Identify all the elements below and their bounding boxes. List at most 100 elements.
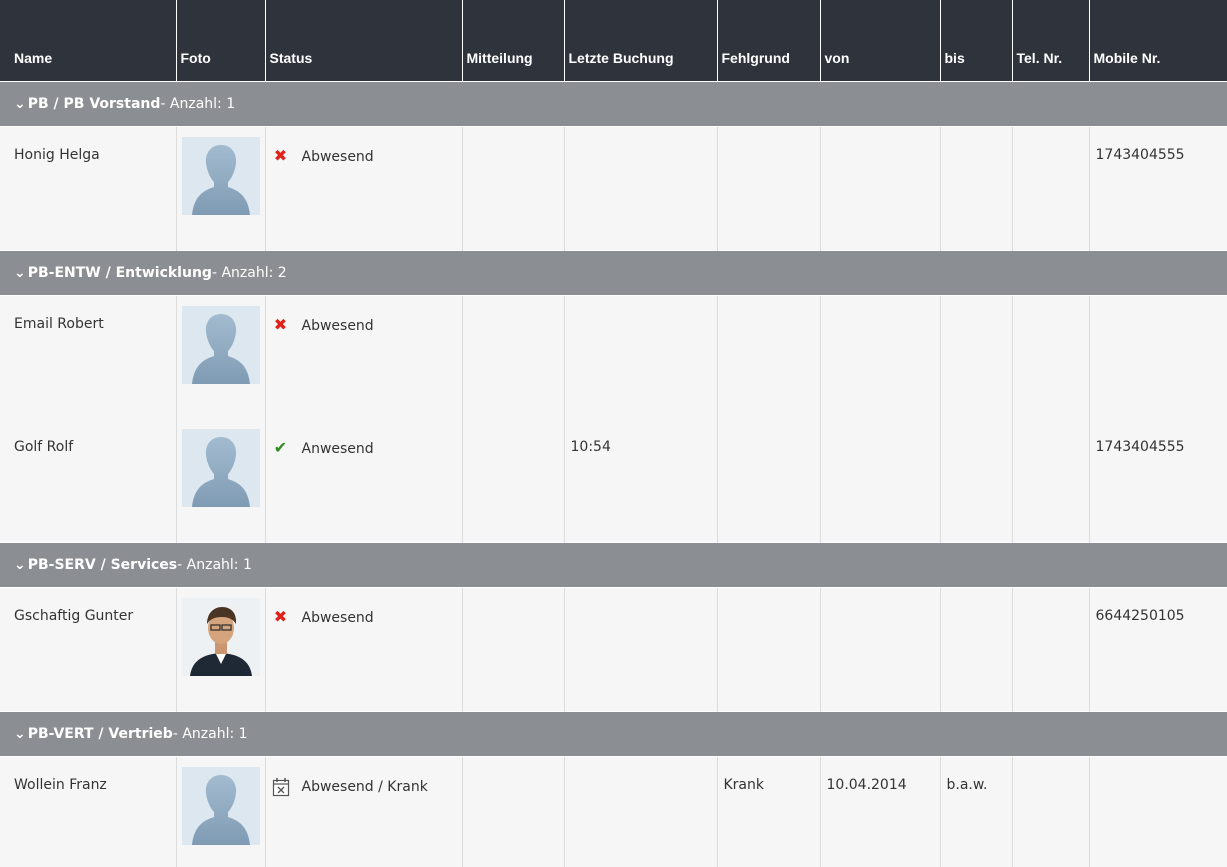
cell-mobile bbox=[1089, 757, 1227, 867]
cross-icon: ✖ bbox=[272, 316, 290, 334]
avatar-placeholder-icon bbox=[182, 306, 260, 384]
employee-photo bbox=[182, 598, 260, 676]
cell-von bbox=[820, 588, 940, 712]
cell-mobile bbox=[1089, 296, 1227, 420]
cell-fehlgrund bbox=[717, 588, 820, 712]
cell-name: Honig Helga bbox=[0, 127, 176, 251]
col-header-letzte-buchung[interactable]: Letzte Buchung bbox=[564, 0, 717, 82]
col-header-von[interactable]: von bbox=[820, 0, 940, 82]
status-text: Abwesend bbox=[302, 316, 374, 336]
cell-tel bbox=[1012, 127, 1089, 251]
col-header-mobile[interactable]: Mobile Nr. bbox=[1089, 0, 1227, 82]
table-row[interactable]: Gschaftig Gunter✖Abwesend6644250105 bbox=[0, 588, 1227, 712]
group-name: PB-SERV / Services bbox=[28, 557, 177, 573]
cell-foto bbox=[176, 757, 265, 867]
group-header[interactable]: ⌄PB-VERT / Vertrieb- Anzahl: 1 bbox=[0, 712, 1227, 757]
status-badge: ✖ Abwesend bbox=[272, 316, 456, 336]
chevron-down-icon[interactable]: ⌄ bbox=[14, 726, 26, 742]
cell-bis: b.a.w. bbox=[940, 757, 1012, 867]
group-name: PB-ENTW / Entwicklung bbox=[28, 265, 212, 281]
group-header[interactable]: ⌄PB-SERV / Services- Anzahl: 1 bbox=[0, 543, 1227, 588]
cell-bis bbox=[940, 296, 1012, 420]
group-name: PB / PB Vorstand bbox=[28, 96, 161, 112]
cell-fehlgrund: Krank bbox=[717, 757, 820, 867]
cell-fehlgrund bbox=[717, 296, 820, 420]
chevron-down-icon[interactable]: ⌄ bbox=[14, 557, 26, 573]
attendance-table: Name Foto Status Mitteilung Letzte Buchu… bbox=[0, 0, 1227, 867]
status-text: Anwesend bbox=[302, 439, 374, 459]
cell-mobile: 1743404555 bbox=[1089, 127, 1227, 251]
header-row: Name Foto Status Mitteilung Letzte Buchu… bbox=[0, 0, 1227, 82]
cell-von bbox=[820, 419, 940, 543]
status-badge: ✔ Anwesend bbox=[272, 439, 456, 459]
group-row[interactable]: ⌄PB-SERV / Services- Anzahl: 1 bbox=[0, 543, 1227, 588]
status-badge: ✖ Abwesend bbox=[272, 608, 456, 628]
cell-status: ✖ Abwesend bbox=[265, 296, 462, 420]
col-header-bis[interactable]: bis bbox=[940, 0, 1012, 82]
cell-tel bbox=[1012, 296, 1089, 420]
group-header[interactable]: ⌄PB-ENTW / Entwicklung- Anzahl: 2 bbox=[0, 251, 1227, 296]
group-row[interactable]: ⌄PB-ENTW / Entwicklung- Anzahl: 2 bbox=[0, 251, 1227, 296]
cell-tel bbox=[1012, 419, 1089, 543]
avatar-placeholder-icon bbox=[182, 767, 260, 845]
cell-tel bbox=[1012, 757, 1089, 867]
status-badge: ✖Abwesend bbox=[272, 147, 456, 167]
cell-letzte-buchung bbox=[564, 588, 717, 712]
cell-tel bbox=[1012, 588, 1089, 712]
table-row[interactable]: Golf Rolf ✔ Anwesend 10:54 1743404555 bbox=[0, 419, 1227, 543]
group-count: - Anzahl: 1 bbox=[173, 726, 248, 742]
col-header-mitteilung[interactable]: Mitteilung bbox=[462, 0, 564, 82]
cell-status: Abwesend / Krank bbox=[265, 757, 462, 867]
col-header-status[interactable]: Status bbox=[265, 0, 462, 82]
avatar-placeholder-icon bbox=[182, 137, 260, 215]
table-row[interactable]: Wollein Franz Abwesend / Krank Krank10.04.… bbox=[0, 757, 1227, 867]
cell-mitteilung bbox=[462, 127, 564, 251]
cell-foto bbox=[176, 588, 265, 712]
cell-name: Email Robert bbox=[0, 296, 176, 420]
cell-status: ✔ Anwesend bbox=[265, 419, 462, 543]
cell-letzte-buchung bbox=[564, 127, 717, 251]
calendar-x-icon bbox=[272, 777, 290, 801]
cell-letzte-buchung: 10:54 bbox=[564, 419, 717, 543]
cell-letzte-buchung bbox=[564, 757, 717, 867]
cross-icon: ✖ bbox=[272, 608, 290, 626]
group-row[interactable]: ⌄PB-VERT / Vertrieb- Anzahl: 1 bbox=[0, 712, 1227, 757]
cell-bis bbox=[940, 588, 1012, 712]
group-header[interactable]: ⌄PB / PB Vorstand- Anzahl: 1 bbox=[0, 82, 1227, 127]
cell-mitteilung bbox=[462, 419, 564, 543]
cell-von: 10.04.2014 bbox=[820, 757, 940, 867]
cell-foto bbox=[176, 419, 265, 543]
status-badge: Abwesend / Krank bbox=[272, 777, 456, 801]
cell-mitteilung bbox=[462, 588, 564, 712]
cell-mobile: 1743404555 bbox=[1089, 419, 1227, 543]
cell-fehlgrund bbox=[717, 127, 820, 251]
cell-von bbox=[820, 127, 940, 251]
col-header-tel[interactable]: Tel. Nr. bbox=[1012, 0, 1089, 82]
cell-name: Golf Rolf bbox=[0, 419, 176, 543]
cell-status: ✖Abwesend bbox=[265, 127, 462, 251]
cell-von bbox=[820, 296, 940, 420]
table-body: ⌄PB / PB Vorstand- Anzahl: 1Honig Helga✖… bbox=[0, 82, 1227, 867]
cell-letzte-buchung bbox=[564, 296, 717, 420]
group-count: - Anzahl: 2 bbox=[212, 265, 287, 281]
cell-mobile: 6644250105 bbox=[1089, 588, 1227, 712]
table-row[interactable]: Email Robert ✖ Abwesend bbox=[0, 296, 1227, 420]
group-name: PB-VERT / Vertrieb bbox=[28, 726, 173, 742]
chevron-down-icon[interactable]: ⌄ bbox=[14, 265, 26, 281]
group-count: - Anzahl: 1 bbox=[177, 557, 252, 573]
cell-fehlgrund bbox=[717, 419, 820, 543]
table-row[interactable]: Honig Helga ✖Abwesend 1743404555 bbox=[0, 127, 1227, 251]
col-header-foto[interactable]: Foto bbox=[176, 0, 265, 82]
cell-mitteilung bbox=[462, 757, 564, 867]
status-text: Abwesend bbox=[302, 147, 374, 167]
cell-name: Wollein Franz bbox=[0, 757, 176, 867]
chevron-down-icon[interactable]: ⌄ bbox=[14, 96, 26, 112]
status-text: Abwesend / Krank bbox=[302, 777, 428, 797]
status-text: Abwesend bbox=[302, 608, 374, 628]
check-icon: ✔ bbox=[272, 439, 290, 457]
col-header-name[interactable]: Name bbox=[0, 0, 176, 82]
cell-foto bbox=[176, 296, 265, 420]
col-header-fehlgrund[interactable]: Fehlgrund bbox=[717, 0, 820, 82]
cell-bis bbox=[940, 127, 1012, 251]
group-row[interactable]: ⌄PB / PB Vorstand- Anzahl: 1 bbox=[0, 82, 1227, 127]
